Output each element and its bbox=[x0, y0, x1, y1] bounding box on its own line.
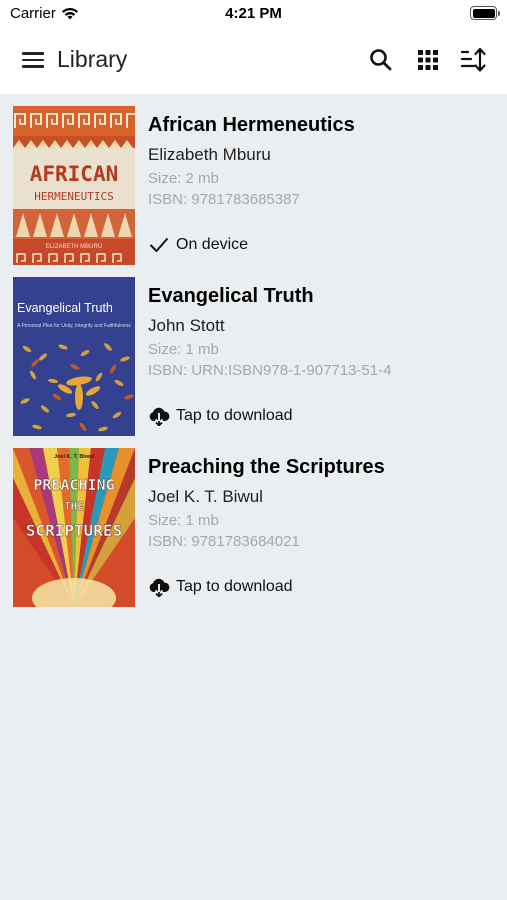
book-size: Size: 1 mb bbox=[148, 341, 219, 358]
book-size: Size: 2 mb bbox=[148, 170, 219, 187]
book-author: John Stott bbox=[148, 316, 225, 335]
book-size: Size: 1 mb bbox=[148, 512, 219, 529]
book-author: Joel K. T. Biwul bbox=[148, 487, 263, 506]
download-button[interactable]: Tap to download bbox=[148, 577, 293, 597]
book-isbn: ISBN: 9781783685387 bbox=[148, 191, 300, 208]
cover-title-line2: THE bbox=[64, 500, 84, 513]
status-time: 4:21 PM bbox=[225, 5, 282, 22]
book-cover-preaching-the-scriptures[interactable]: Joel K. T. Biwul PREACHING THE SCRIPTURE… bbox=[13, 448, 135, 607]
book-title: Preaching the Scriptures bbox=[148, 456, 385, 478]
on-device-status: On device bbox=[148, 235, 248, 255]
cover-title-line1: AFRICAN bbox=[30, 162, 119, 186]
cloud-download-icon bbox=[149, 407, 170, 426]
sort-icon[interactable] bbox=[459, 46, 487, 74]
book-author: Elizabeth Mburu bbox=[148, 145, 271, 164]
grid-view-icon[interactable] bbox=[414, 46, 442, 74]
book-title: African Hermeneutics bbox=[148, 114, 355, 136]
cover-title-line1: PREACHING bbox=[33, 476, 114, 494]
cover-title-line2: HERMENEUTICS bbox=[34, 190, 113, 203]
cloud-download-icon bbox=[149, 578, 170, 597]
book-isbn: ISBN: URN:ISBN978-1-907713-51-4 bbox=[148, 362, 392, 379]
status-bar: Carrier 4:21 PM bbox=[0, 0, 507, 28]
status-label: On device bbox=[176, 236, 249, 253]
cover-author: Joel K. T. Biwul bbox=[54, 454, 95, 460]
status-label: Tap to download bbox=[176, 578, 293, 595]
checkmark-icon bbox=[150, 238, 168, 252]
cover-author: ELIZABETH MBURU bbox=[46, 244, 102, 250]
list-item[interactable]: Evangelical Truth A Personal Plea for Un… bbox=[0, 265, 507, 436]
cover-title-line1: Evangelical Truth bbox=[17, 301, 113, 315]
page-title: Library bbox=[57, 46, 128, 72]
menu-button[interactable] bbox=[22, 50, 46, 70]
status-label: Tap to download bbox=[176, 407, 293, 424]
download-button[interactable]: Tap to download bbox=[148, 406, 293, 426]
book-title: Evangelical Truth bbox=[148, 285, 314, 307]
book-cover-evangelical-truth[interactable]: Evangelical Truth A Personal Plea for Un… bbox=[13, 277, 135, 436]
cover-subtitle: A Personal Plea for Unity, Integrity and… bbox=[17, 323, 131, 329]
search-icon[interactable] bbox=[367, 46, 395, 74]
list-item[interactable]: AFRICAN HERMENEUTICS ELIZABETH MBURU Afr… bbox=[0, 94, 507, 265]
list-item[interactable]: Joel K. T. Biwul PREACHING THE SCRIPTURE… bbox=[0, 436, 507, 607]
book-isbn: ISBN: 9781783684021 bbox=[148, 533, 300, 550]
cover-title-line3: SCRIPTURES bbox=[26, 521, 122, 540]
app-bar: Library bbox=[0, 28, 507, 94]
battery-icon bbox=[470, 6, 500, 20]
book-cover-african-hermeneutics[interactable]: AFRICAN HERMENEUTICS ELIZABETH MBURU bbox=[13, 106, 135, 265]
